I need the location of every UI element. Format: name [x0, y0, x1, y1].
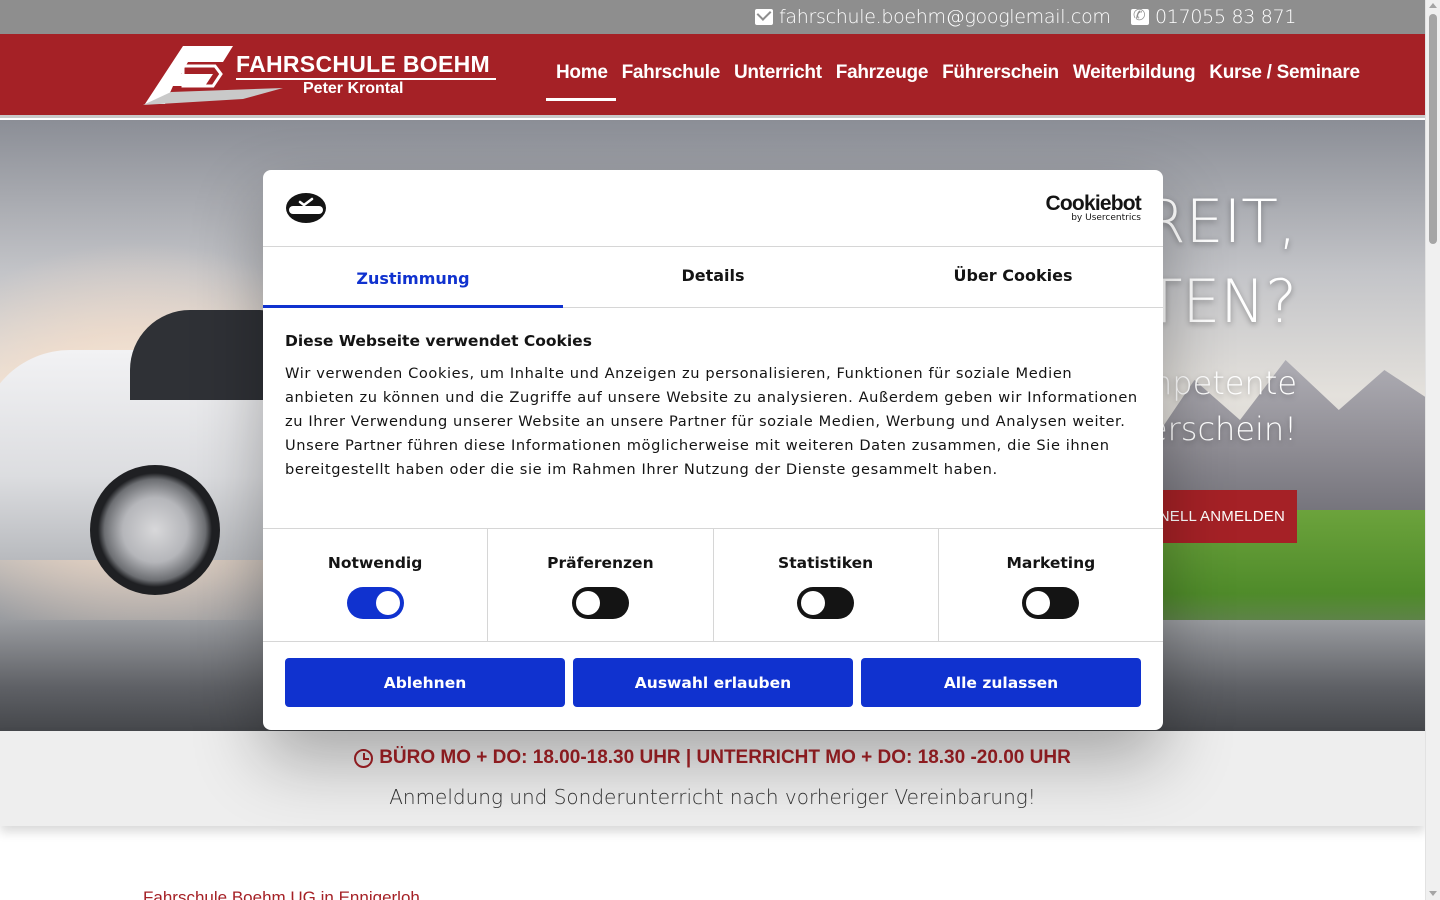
phone-icon: [1131, 6, 1149, 25]
cookie-body-text: Wir verwenden Cookies, um Inhalte und An…: [285, 365, 1138, 478]
toggle-notwendig: Notwendig: [263, 529, 489, 641]
phone-contact[interactable]: 017055 83 871: [1131, 6, 1296, 28]
email-text[interactable]: fahrschule.boehm@googlemail.com: [779, 6, 1111, 28]
office-hours-strip: BÜRO MO + DO: 18.00-18.30 UHR | UNTERRIC…: [0, 731, 1425, 826]
logo-title: FAHRSCHULE BOEHM: [236, 51, 490, 77]
allow-selection-button[interactable]: Auswahl erlauben: [573, 658, 853, 707]
section-intro-link[interactable]: Fahrschule Boehm UG in Ennigerloh: [143, 888, 420, 900]
statistiken-switch[interactable]: [797, 587, 855, 619]
registration-note: Anmeldung und Sonderunterricht nach vorh…: [389, 785, 1036, 809]
clock-icon: [354, 748, 374, 768]
nav-fahrschule[interactable]: Fahrschule: [622, 62, 721, 84]
toggle-label: Notwendig: [327, 554, 423, 572]
site-header: FAHRSCHULE BOEHM Peter Krontal Home Fahr…: [0, 34, 1425, 118]
hero-heading-line1: REIT,: [1143, 187, 1297, 257]
toggle-praeferenzen: Präferenzen: [488, 529, 714, 641]
tab-zustimmung[interactable]: Zustimmung: [263, 247, 563, 308]
site-logo[interactable]: FAHRSCHULE BOEHM Peter Krontal: [143, 44, 498, 106]
cookie-actions: Ablehnen Auswahl erlauben Alle zulassen: [263, 642, 1163, 723]
office-hours: BÜRO MO + DO: 18.00-18.30 UHR | UNTERRIC…: [0, 747, 1425, 769]
top-contact-bar: fahrschule.boehm@googlemail.com 017055 8…: [0, 0, 1425, 34]
car-wheel: [90, 465, 220, 595]
allow-all-button[interactable]: Alle zulassen: [861, 658, 1141, 707]
cookie-description: Diese Webseite verwendet Cookies Wir ver…: [263, 308, 1163, 529]
cookie-consent-dialog: Cookiebot by Usercentrics Zustimmung Det…: [263, 170, 1163, 730]
notwendig-switch[interactable]: [346, 587, 404, 619]
toggle-marketing: Marketing: [939, 529, 1163, 641]
scroll-up-icon[interactable]: [1429, 3, 1437, 8]
tab-ueber-cookies[interactable]: Über Cookies: [863, 247, 1163, 307]
office-hours-text: BÜRO MO + DO: 18.00-18.30 UHR | UNTERRIC…: [379, 747, 1071, 768]
hero-heading: REIT, TEN?: [1144, 182, 1297, 342]
marketing-switch[interactable]: [1022, 587, 1080, 619]
cookiebot-logo-icon: [286, 193, 326, 223]
hero-heading-line2: TEN?: [1145, 267, 1297, 337]
toggle-statistiken: Statistiken: [714, 529, 939, 641]
car-window: [130, 310, 280, 400]
cookie-tabs: Zustimmung Details Über Cookies: [263, 247, 1163, 308]
nav-weiterbildung[interactable]: Weiterbildung: [1073, 62, 1196, 84]
cookie-heading: Diese Webseite verwendet Cookies: [285, 332, 592, 350]
page-scrollbar[interactable]: [1425, 0, 1440, 900]
decline-button[interactable]: Ablehnen: [285, 658, 565, 707]
nav-home[interactable]: Home: [546, 62, 616, 101]
nav-fuehrerschein[interactable]: Führerschein: [942, 62, 1059, 84]
cookiebot-brand[interactable]: Cookiebot by Usercentrics: [1046, 192, 1142, 223]
logo-subtitle: Peter Krontal: [303, 80, 404, 97]
phone-text[interactable]: 017055 83 871: [1155, 6, 1296, 28]
toggle-label: Marketing: [1006, 554, 1096, 572]
nav-unterricht[interactable]: Unterricht: [734, 62, 822, 84]
toggle-label: Präferenzen: [547, 554, 654, 572]
envelope-icon: [755, 9, 773, 25]
scroll-down-icon[interactable]: [1429, 891, 1437, 896]
scrollbar-thumb[interactable]: [1429, 14, 1437, 244]
main-nav: Home Fahrschule Unterricht Fahrzeuge Füh…: [546, 62, 1360, 101]
cookie-category-toggles: Notwendig Präferenzen Statistiken Market…: [263, 529, 1163, 642]
nav-kurse-seminare[interactable]: Kurse / Seminare: [1209, 62, 1360, 84]
nav-fahrzeuge[interactable]: Fahrzeuge: [836, 62, 929, 84]
toggle-label: Statistiken: [778, 554, 874, 572]
praeferenzen-switch[interactable]: [571, 587, 629, 619]
cookie-dialog-header: Cookiebot by Usercentrics: [263, 170, 1163, 247]
email-contact[interactable]: fahrschule.boehm@googlemail.com: [755, 6, 1111, 28]
tab-details[interactable]: Details: [563, 247, 863, 307]
